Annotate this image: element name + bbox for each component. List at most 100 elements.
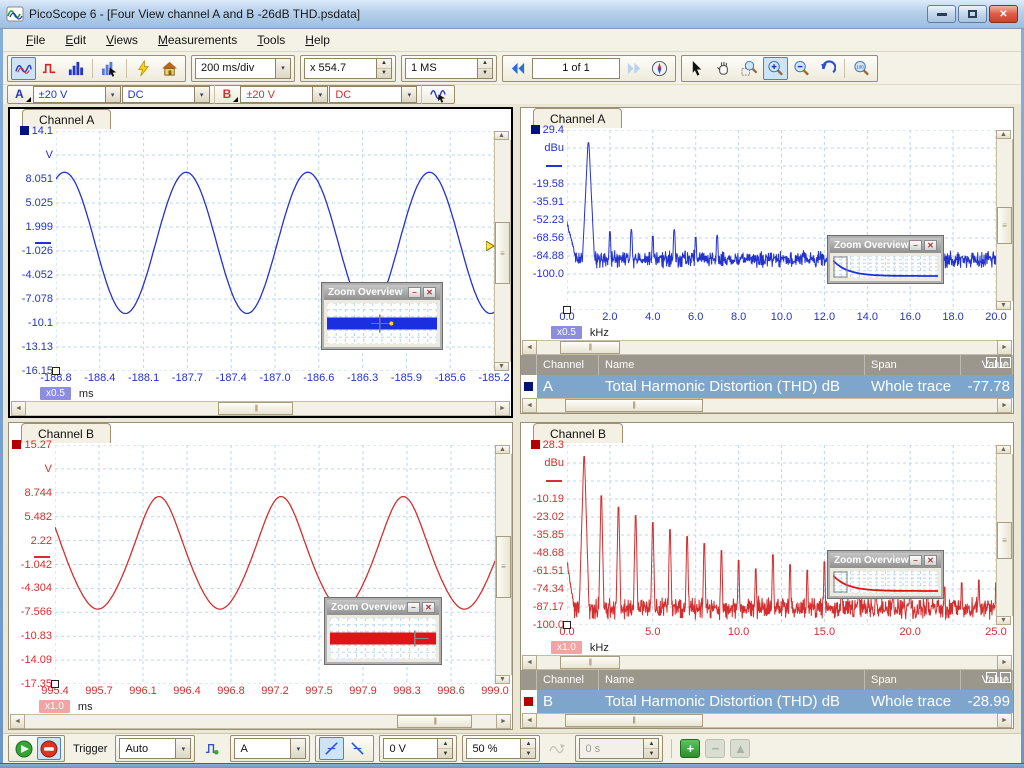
spectrum-a-plot-area[interactable]: Zoom Overview–✕ bbox=[567, 130, 996, 310]
table-minimize-button[interactable]: – bbox=[986, 357, 997, 368]
zoom-overview-minimize-button[interactable]: – bbox=[407, 602, 420, 613]
close-button[interactable]: ✕ bbox=[989, 5, 1018, 23]
scrollbar-thumb[interactable]: ≡ bbox=[496, 536, 511, 598]
scroll-down-button[interactable]: ▼ bbox=[494, 362, 509, 371]
zoom-overview-titlebar[interactable]: Zoom Overview–✕ bbox=[327, 600, 439, 615]
advanced-triggers-button[interactable] bbox=[200, 737, 225, 760]
spin-down-icon[interactable]: ▼ bbox=[478, 68, 492, 78]
add-measurement-button[interactable]: + bbox=[680, 739, 700, 758]
channel-b-range-dropdown[interactable]: ±20 V▾ bbox=[240, 86, 328, 103]
zoom-overview-window[interactable]: Zoom Overview–✕ bbox=[322, 283, 442, 349]
scrollbar-track[interactable]: ||| bbox=[537, 398, 997, 413]
axis-origin-handle[interactable] bbox=[563, 306, 571, 314]
scrollbar-track[interactable]: ≡ bbox=[996, 139, 1013, 301]
scrollbar-thumb[interactable]: ≡ bbox=[997, 207, 1012, 244]
channel-b-coupling-dropdown[interactable]: DC▾ bbox=[329, 86, 417, 103]
menu-file[interactable]: File bbox=[17, 30, 54, 50]
scrollbar-thumb[interactable]: ||| bbox=[218, 402, 293, 415]
zoom-overview-minimize-button[interactable]: – bbox=[909, 555, 922, 566]
x-zoom-badge[interactable]: x1.0 bbox=[551, 641, 582, 654]
axis-origin-handle[interactable] bbox=[52, 367, 60, 375]
scrollbar-track[interactable]: ||| bbox=[537, 655, 997, 670]
scrollbar-thumb[interactable]: ||| bbox=[565, 714, 703, 727]
zoom-overview-thumbnail[interactable] bbox=[327, 303, 437, 344]
channel-a-options-button[interactable]: A bbox=[11, 87, 32, 103]
horizontal-scrollbar[interactable]: ◄|||► bbox=[522, 340, 1012, 355]
next-buffer-button[interactable] bbox=[621, 57, 646, 80]
zoom-overview-minimize-button[interactable]: – bbox=[408, 287, 421, 298]
menu-tools[interactable]: Tools bbox=[248, 30, 294, 50]
scroll-left-button[interactable]: ◄ bbox=[10, 714, 25, 729]
horizontal-scrollbar[interactable]: ◄|||► bbox=[522, 655, 1012, 670]
stop-capture-button[interactable] bbox=[37, 737, 61, 760]
minimize-button[interactable] bbox=[927, 5, 956, 23]
falling-edge-button[interactable] bbox=[345, 737, 370, 760]
measurement-row[interactable]: A Total Harmonic Distortion (THD) dB Who… bbox=[521, 375, 1013, 398]
zoom-overview-close-button[interactable]: ✕ bbox=[423, 287, 436, 298]
scroll-right-button[interactable]: ► bbox=[496, 714, 511, 729]
channel-a-range-dropdown[interactable]: ±20 V▾ bbox=[33, 86, 121, 103]
axis-origin-handle[interactable] bbox=[51, 680, 59, 688]
scroll-right-button[interactable]: ► bbox=[997, 655, 1012, 670]
scroll-up-button[interactable]: ▲ bbox=[996, 130, 1011, 139]
measurement-row[interactable]: B Total Harmonic Distortion (THD) dB Who… bbox=[521, 690, 1013, 713]
scroll-left-button[interactable]: ◄ bbox=[522, 713, 537, 728]
zoom-out-tool-button[interactable] bbox=[789, 57, 814, 80]
spin-down-icon[interactable]: ▼ bbox=[438, 748, 452, 758]
table-horizontal-scrollbar[interactable]: ◄|||► bbox=[522, 398, 1012, 413]
scroll-left-button[interactable]: ◄ bbox=[522, 398, 537, 413]
header-name[interactable]: Name bbox=[599, 355, 865, 375]
channel-a-coupling-dropdown[interactable]: DC▾ bbox=[122, 86, 210, 103]
scrollbar-thumb[interactable]: ||| bbox=[397, 715, 472, 728]
scroll-left-button[interactable]: ◄ bbox=[522, 655, 537, 670]
scroll-right-button[interactable]: ► bbox=[997, 398, 1012, 413]
x-zoom-badge[interactable]: x0.5 bbox=[551, 326, 582, 339]
scroll-left-button[interactable]: ◄ bbox=[522, 340, 537, 355]
horizontal-scrollbar[interactable]: ◄|||► bbox=[11, 401, 510, 416]
x-zoom-badge[interactable]: x1.0 bbox=[39, 700, 70, 713]
vertical-scrollbar[interactable]: ▲ ≡ ▼ bbox=[996, 445, 1013, 625]
table-header[interactable]: Channel Name Span Value –▫ bbox=[521, 355, 1013, 375]
scroll-down-button[interactable]: ▼ bbox=[996, 616, 1011, 625]
persistence-mode-button[interactable] bbox=[37, 57, 62, 80]
vertical-scrollbar[interactable]: ▲≡▼ bbox=[494, 131, 511, 371]
trigger-source-dropdown[interactable]: A▾ bbox=[234, 738, 306, 759]
scope-mode-button[interactable] bbox=[11, 57, 36, 80]
scroll-up-button[interactable]: ▲ bbox=[495, 445, 510, 454]
scope-a-plot-area[interactable]: Zoom Overview–✕ bbox=[56, 131, 494, 371]
header-span[interactable]: Span bbox=[865, 355, 961, 375]
axis-origin-handle[interactable] bbox=[563, 621, 571, 629]
scrollbar-thumb[interactable]: ||| bbox=[560, 341, 620, 354]
previous-buffer-button[interactable] bbox=[506, 57, 531, 80]
zoom-overview-close-button[interactable]: ✕ bbox=[924, 240, 937, 251]
header-name[interactable]: Name bbox=[599, 670, 865, 690]
zoom-overview-window[interactable]: Zoom Overview–✕ bbox=[325, 598, 441, 664]
spin-up-icon[interactable]: ▲ bbox=[521, 739, 535, 748]
zoom-overview-titlebar[interactable]: Zoom Overview–✕ bbox=[324, 285, 440, 300]
spin-down-icon[interactable]: ▼ bbox=[521, 748, 535, 758]
spin-up-icon[interactable]: ▲ bbox=[438, 739, 452, 748]
zoom-in-tool-button[interactable] bbox=[763, 57, 788, 80]
zoom-overview-titlebar[interactable]: Zoom Overview–✕ bbox=[830, 553, 941, 568]
pre-trigger-spinner[interactable]: 50 %▲▼ bbox=[466, 738, 536, 759]
scrollbar-thumb[interactable]: ≡ bbox=[997, 522, 1012, 559]
scrollbar-track[interactable]: ≡ bbox=[495, 454, 512, 675]
zoom-overview-thumbnail[interactable] bbox=[330, 618, 436, 659]
table-maximize-button[interactable]: ▫ bbox=[1000, 357, 1011, 368]
hand-tool-button[interactable] bbox=[711, 57, 736, 80]
scroll-down-button[interactable]: ▼ bbox=[495, 675, 510, 684]
scroll-up-button[interactable]: ▲ bbox=[996, 445, 1011, 454]
table-maximize-button[interactable]: ▫ bbox=[1000, 672, 1011, 683]
table-header[interactable]: Channel Name Span Value –▫ bbox=[521, 670, 1013, 690]
scroll-down-button[interactable]: ▼ bbox=[996, 301, 1011, 310]
spinner-arrows[interactable]: ▲▼ bbox=[477, 59, 492, 78]
scroll-up-button[interactable]: ▲ bbox=[494, 131, 509, 140]
auto-setup-button[interactable] bbox=[131, 57, 156, 80]
timebase-dropdown[interactable]: 200 ms/div▾ bbox=[195, 58, 291, 79]
scope-b-plot-area[interactable]: Zoom Overview–✕ bbox=[55, 445, 495, 684]
menu-help[interactable]: Help bbox=[296, 30, 339, 50]
scrollbar-track[interactable]: ||| bbox=[537, 340, 997, 355]
undo-zoom-button[interactable] bbox=[815, 57, 840, 80]
zoom-factor-spinner[interactable]: x 554.7▲▼ bbox=[304, 58, 392, 79]
trigger-level-spinner[interactable]: 0 V▲▼ bbox=[383, 738, 453, 759]
